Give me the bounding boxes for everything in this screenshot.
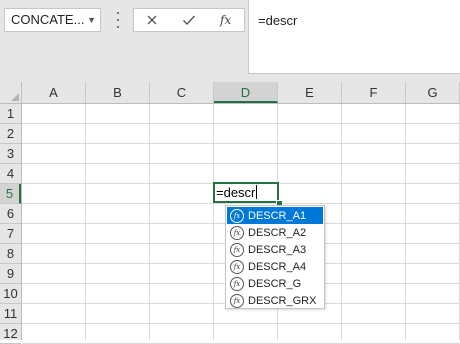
column-header-g[interactable]: G xyxy=(406,82,460,103)
row-headers: 1 2 3 4 5 6 7 8 9 10 11 12 xyxy=(0,104,22,344)
row-header-6[interactable]: 6 xyxy=(0,204,21,224)
row-header-9[interactable]: 9 xyxy=(0,264,21,284)
function-icon: fx xyxy=(230,242,244,257)
row-header-11[interactable]: 11 xyxy=(0,304,21,324)
grid-line xyxy=(22,203,460,204)
column-header-d[interactable]: D xyxy=(214,82,278,103)
autocomplete-item-label: DESCR_A4 xyxy=(248,260,307,273)
function-icon: fx xyxy=(230,259,244,274)
function-autocomplete-list: fx DESCR_A1 fx DESCR_A2 fx DESCR_A3 fx DESCR_A4… xyxy=(225,205,325,309)
row-header-5[interactable]: 5 xyxy=(0,184,21,204)
grid-line xyxy=(22,323,460,324)
column-header-b[interactable]: B xyxy=(86,82,150,103)
formula-value: =descr xyxy=(258,13,298,28)
grid-line xyxy=(22,163,460,164)
enter-button[interactable] xyxy=(176,9,202,31)
row-header-2[interactable]: 2 xyxy=(0,124,21,144)
autocomplete-item[interactable]: fx DESCR_A3 xyxy=(227,241,323,258)
column-header-e[interactable]: E xyxy=(278,82,342,103)
function-icon: fx xyxy=(230,225,244,240)
row-header-7[interactable]: 7 xyxy=(0,224,21,244)
x-icon xyxy=(147,15,157,25)
cancel-button[interactable] xyxy=(139,9,165,31)
column-header-c[interactable]: C xyxy=(150,82,214,103)
autocomplete-item[interactable]: fx DESCR_A4 xyxy=(227,258,323,275)
autocomplete-item-label: DESCR_GRX xyxy=(248,294,317,307)
row-header-10[interactable]: 10 xyxy=(0,284,21,304)
autocomplete-item[interactable]: fx DESCR_GRX xyxy=(227,292,323,309)
formula-bar-area: CONCATE... ▼ fx =descr xyxy=(0,0,460,82)
autocomplete-item-label: DESCR_G xyxy=(248,277,302,290)
name-box[interactable]: CONCATE... ▼ xyxy=(4,8,101,32)
function-icon: fx xyxy=(230,208,244,223)
row-header-1[interactable]: 1 xyxy=(0,104,21,124)
autocomplete-item-label: DESCR_A3 xyxy=(248,243,307,256)
active-cell-d5[interactable]: =descr xyxy=(213,182,279,203)
row-header-4[interactable]: 4 xyxy=(0,164,21,184)
row-header-3[interactable]: 3 xyxy=(0,144,21,164)
column-header-a[interactable]: A xyxy=(22,82,86,103)
row-header-8[interactable]: 8 xyxy=(0,244,21,264)
grid-line xyxy=(85,104,86,340)
grid-line xyxy=(213,104,214,340)
autocomplete-item-label: DESCR_A1 xyxy=(248,209,307,222)
grid-line xyxy=(22,123,460,124)
check-icon xyxy=(182,15,195,26)
name-box-value: CONCATE... xyxy=(11,12,85,27)
chevron-down-icon[interactable]: ▼ xyxy=(87,9,96,31)
row-header-12[interactable]: 12 xyxy=(0,324,21,344)
insert-function-button[interactable]: fx xyxy=(213,9,239,31)
drag-handle-icon[interactable] xyxy=(116,12,120,28)
grid-line xyxy=(341,104,342,340)
autocomplete-item[interactable]: fx DESCR_A2 xyxy=(227,224,323,241)
fx-icon: fx xyxy=(220,13,232,27)
column-header-f[interactable]: F xyxy=(342,82,406,103)
autocomplete-item-label: DESCR_A2 xyxy=(248,226,307,239)
formula-buttons: fx xyxy=(133,8,245,32)
grid-line xyxy=(22,143,460,144)
formula-input[interactable]: =descr xyxy=(248,0,460,74)
function-icon: fx xyxy=(230,276,244,291)
autocomplete-item[interactable]: fx DESCR_G xyxy=(227,275,323,292)
autocomplete-item[interactable]: fx DESCR_A1 xyxy=(227,207,323,224)
function-icon: fx xyxy=(230,293,244,308)
active-cell-value: =descr xyxy=(216,185,256,200)
grid-line xyxy=(149,104,150,340)
column-headers: ABCDEFG xyxy=(0,82,460,104)
select-all-button[interactable] xyxy=(0,82,22,103)
grid-line xyxy=(405,104,406,340)
